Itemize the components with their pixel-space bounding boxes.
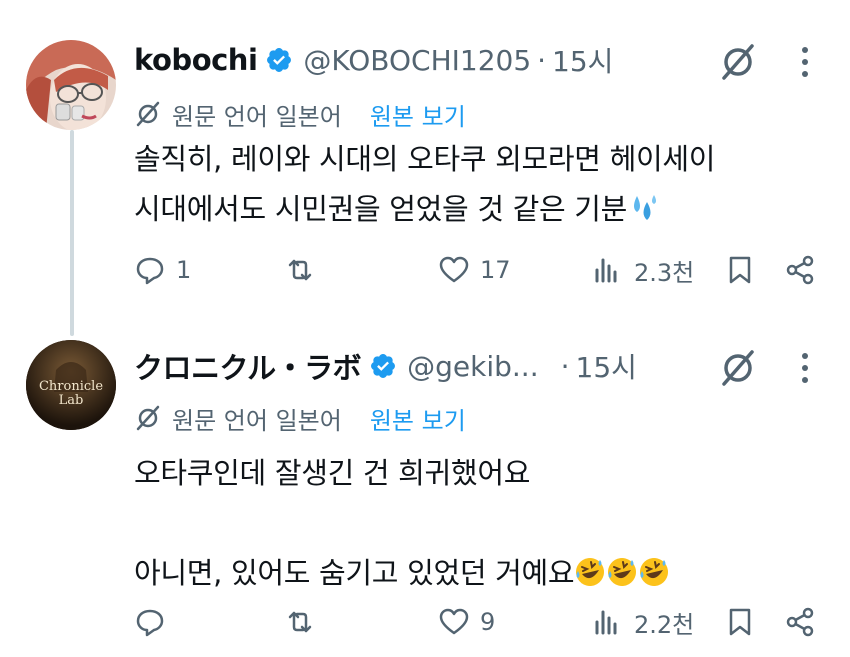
grok-icon[interactable] (718, 42, 758, 82)
translation-label: 원문 언어 일본어 (172, 102, 342, 131)
avatar-woman-glasses-icon (26, 40, 116, 130)
retweet-icon (288, 611, 312, 633)
separator: · (537, 43, 547, 77)
sweat-droplets-icon (634, 195, 657, 220)
analytics-icon (595, 610, 617, 635)
tweet-text: 오타쿠인데 잘생긴 건 희귀했어요 아니면, 있어도 숨기고 있었던 거예요 (134, 448, 670, 598)
translation-notice: 원문 언어 일본어 원본 보기 (134, 96, 466, 132)
tweet[interactable]: kobochi @KOBOCHI1205 · 15시 원문 언어 일본어 원본 … (0, 0, 850, 336)
retweet-icon (288, 259, 312, 281)
bookmark-icon (729, 608, 751, 636)
bookmark-icon (729, 256, 751, 284)
translation-notice: 원문 언어 일본어 원본 보기 (134, 400, 466, 436)
tweet-header: クロニクル・ラボ @gekib... · 15시 (134, 344, 637, 388)
timestamp[interactable]: 15시 (576, 346, 637, 386)
tweet-line: 오타쿠인데 잘생긴 건 희귀했어요 (134, 456, 531, 490)
views-button[interactable]: 2.2천 (592, 602, 694, 642)
reply-icon (136, 609, 164, 637)
share-button[interactable] (784, 602, 816, 642)
like-button[interactable]: 17 (438, 250, 511, 290)
more-options-icon[interactable] (800, 350, 810, 386)
heart-icon (439, 608, 469, 635)
more-options-icon[interactable] (800, 44, 810, 80)
bookmark-button[interactable] (724, 250, 756, 290)
rolling-on-floor-laughing-icon (608, 558, 637, 586)
show-original-link[interactable]: 원본 보기 (370, 97, 466, 132)
user-handle[interactable]: @KOBOCHI1205 (303, 44, 531, 77)
avatar[interactable] (26, 40, 116, 130)
tweet-line: 아니면, 있어도 숨기고 있었던 거예요 (134, 556, 575, 590)
show-original-link[interactable]: 원본 보기 (370, 401, 466, 436)
grok-icon[interactable] (718, 348, 758, 388)
separator: · (560, 349, 570, 383)
avatar-text: Chronicle (39, 379, 103, 394)
avatar-chronicle-lab-icon: Chronicle Lab (26, 340, 116, 430)
analytics-icon (595, 258, 617, 283)
action-bar: 9 2.2천 (134, 602, 820, 642)
view-count: 2.2천 (634, 610, 695, 639)
like-count: 17 (480, 256, 511, 284)
display-name[interactable]: kobochi (134, 43, 258, 77)
translate-icon (136, 405, 160, 431)
verified-badge-icon (267, 48, 292, 72)
timestamp[interactable]: 15시 (552, 40, 613, 80)
share-icon (786, 255, 814, 285)
retweet-button[interactable] (284, 250, 326, 290)
thread-connector (70, 130, 74, 336)
like-count: 9 (480, 608, 496, 636)
share-button[interactable] (784, 250, 816, 290)
views-button[interactable]: 2.3천 (592, 250, 694, 290)
heart-icon (439, 256, 469, 283)
reply-icon (136, 257, 164, 285)
tweet-text: 솔직히, 레이와 시대의 오타쿠 외모라면 헤이세이 시대에서도 시민권을 얻었… (134, 134, 715, 234)
avatar[interactable]: Chronicle Lab (26, 340, 116, 430)
tweet-header: kobochi @KOBOCHI1205 · 15시 (134, 38, 613, 82)
reply-button[interactable] (134, 602, 176, 642)
share-icon (786, 607, 814, 637)
rolling-on-floor-laughing-icon (640, 558, 669, 586)
translation-label: 원문 언어 일본어 (172, 406, 342, 435)
reply-count: 1 (176, 256, 192, 284)
tweet-line: 시대에서도 시민권을 얻었을 것 같은 기분 (134, 192, 628, 226)
action-bar: 1 17 2.3천 (134, 250, 820, 290)
avatar-text: Lab (59, 393, 84, 408)
like-button[interactable]: 9 (438, 602, 495, 642)
tweet[interactable]: Chronicle Lab クロニクル・ラボ @gekib... · 15시 원… (0, 330, 850, 657)
display-name[interactable]: クロニクル・ラボ (134, 345, 362, 387)
user-handle[interactable]: @gekib... (407, 350, 538, 383)
bookmark-button[interactable] (724, 602, 756, 642)
view-count: 2.3천 (634, 258, 695, 287)
retweet-button[interactable] (284, 602, 326, 642)
tweet-line: 솔직히, 레이와 시대의 오타쿠 외모라면 헤이세이 (134, 142, 716, 176)
translate-icon (136, 101, 160, 127)
rolling-on-floor-laughing-icon (576, 558, 605, 586)
verified-badge-icon (371, 354, 396, 378)
reply-button[interactable]: 1 (134, 250, 191, 290)
